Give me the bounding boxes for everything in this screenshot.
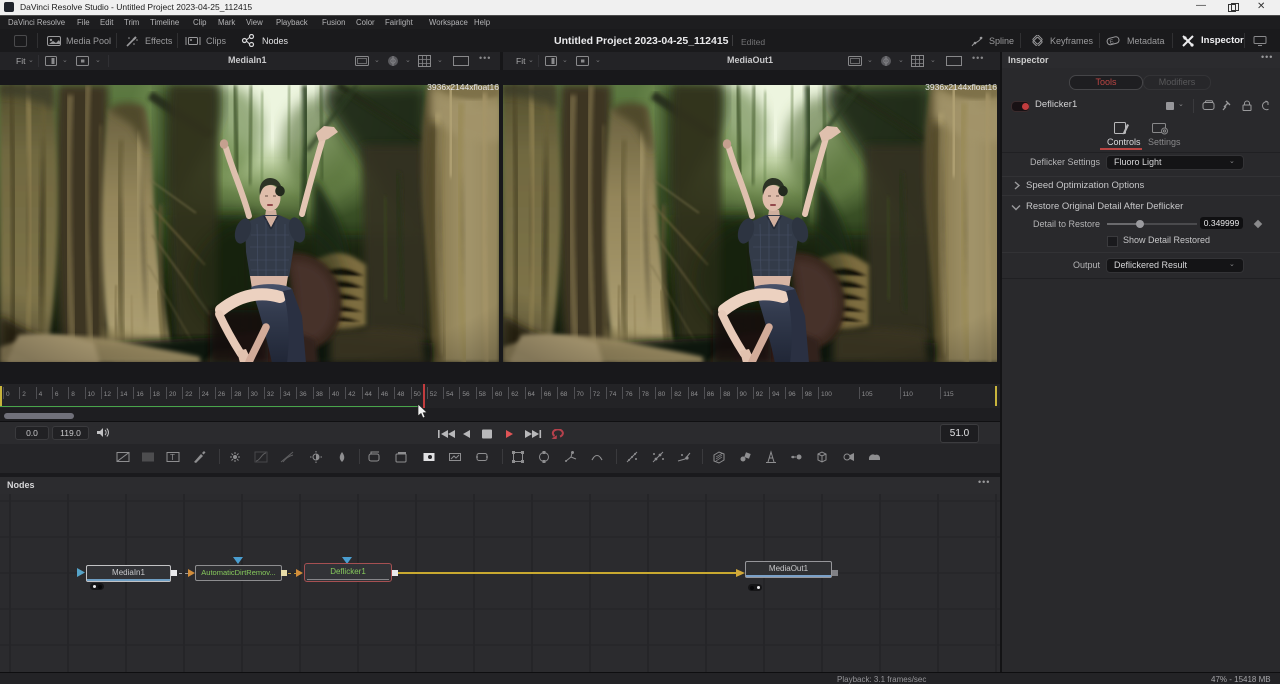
svg-text:E: E [1109,39,1114,46]
svg-text:T: T [170,453,175,462]
